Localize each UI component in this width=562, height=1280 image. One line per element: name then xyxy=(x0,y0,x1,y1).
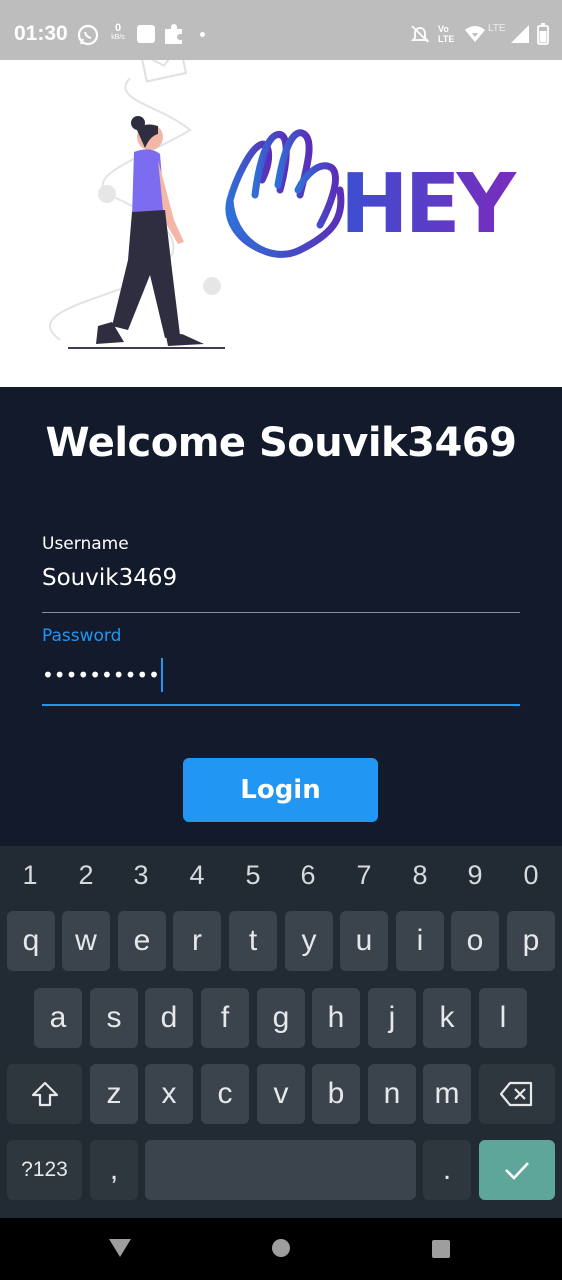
shift-icon xyxy=(31,1081,58,1107)
lte-label: LTE xyxy=(488,23,506,34)
wifi-icon xyxy=(465,26,485,42)
hero-banner: HEY xyxy=(0,60,562,387)
mute-icon xyxy=(410,25,430,43)
key-d[interactable]: d xyxy=(145,988,193,1048)
password-dots: •••••••••• xyxy=(42,663,160,687)
key-u[interactable]: u xyxy=(340,911,388,971)
net-speed: 0 kB/s xyxy=(107,22,129,42)
key-l[interactable]: l xyxy=(479,988,527,1048)
key-s[interactable]: s xyxy=(90,988,138,1048)
space-key[interactable] xyxy=(145,1140,416,1200)
key-0[interactable]: 0 xyxy=(511,860,551,891)
battery-icon xyxy=(537,23,549,45)
whatsapp-icon xyxy=(77,24,99,46)
key-6[interactable]: 6 xyxy=(288,860,328,891)
password-input[interactable]: •••••••••• xyxy=(42,658,163,692)
key-p[interactable]: p xyxy=(507,911,555,971)
puzzle-icon xyxy=(165,24,182,44)
key-3[interactable]: 3 xyxy=(121,860,161,891)
soft-keyboard: 1 2 3 4 5 6 7 8 9 0 q w e r t y u i o p … xyxy=(0,846,562,1218)
volte-top-label: Vo xyxy=(438,24,449,34)
envelope-icon xyxy=(139,60,188,83)
number-row: 1 2 3 4 5 6 7 8 9 0 xyxy=(0,846,562,908)
key-o[interactable]: o xyxy=(451,911,499,971)
volte-bottom-label: LTE xyxy=(438,34,455,44)
symbols-key[interactable]: ?123 xyxy=(7,1140,82,1200)
period-key[interactable]: . xyxy=(423,1140,471,1200)
key-i[interactable]: i xyxy=(396,911,444,971)
key-c[interactable]: c xyxy=(201,1064,249,1124)
key-n[interactable]: n xyxy=(368,1064,416,1124)
welcome-heading: Welcome Souvik3469 xyxy=(45,420,517,466)
signal-icon xyxy=(511,25,529,43)
backspace-key[interactable] xyxy=(479,1064,555,1124)
volte-icon: Vo LTE xyxy=(438,24,454,44)
key-a[interactable]: a xyxy=(34,988,82,1048)
username-underline xyxy=(42,612,520,613)
hey-logo-text: HEY xyxy=(340,157,518,252)
key-k[interactable]: k xyxy=(423,988,471,1048)
key-j[interactable]: j xyxy=(368,988,416,1048)
key-v[interactable]: v xyxy=(257,1064,305,1124)
check-icon xyxy=(505,1162,529,1180)
woman-walking-illustration xyxy=(96,116,204,346)
login-button[interactable]: Login xyxy=(183,758,378,822)
backspace-icon xyxy=(500,1081,533,1107)
key-1[interactable]: 1 xyxy=(10,860,50,891)
net-speed-unit: kB/s xyxy=(111,34,125,41)
waving-hand-logo xyxy=(225,129,345,258)
key-5[interactable]: 5 xyxy=(233,860,273,891)
back-icon[interactable] xyxy=(108,1238,132,1258)
key-h[interactable]: h xyxy=(312,988,360,1048)
notification-square-icon xyxy=(137,25,155,43)
key-7[interactable]: 7 xyxy=(344,860,384,891)
shift-key[interactable] xyxy=(7,1064,82,1124)
key-r[interactable]: r xyxy=(173,911,221,971)
key-2[interactable]: 2 xyxy=(66,860,106,891)
key-x[interactable]: x xyxy=(145,1064,193,1124)
key-4[interactable]: 4 xyxy=(177,860,217,891)
comma-key[interactable]: , xyxy=(90,1140,138,1200)
password-underline xyxy=(42,704,520,706)
key-9[interactable]: 9 xyxy=(455,860,495,891)
key-m[interactable]: m xyxy=(423,1064,471,1124)
text-cursor xyxy=(160,658,163,692)
key-q[interactable]: q xyxy=(7,911,55,971)
status-time: 01:30 xyxy=(14,22,68,45)
key-b[interactable]: b xyxy=(312,1064,360,1124)
key-w[interactable]: w xyxy=(62,911,110,971)
key-f[interactable]: f xyxy=(201,988,249,1048)
key-g[interactable]: g xyxy=(257,988,305,1048)
navigation-bar xyxy=(0,1218,562,1280)
home-icon[interactable] xyxy=(271,1238,291,1258)
key-z[interactable]: z xyxy=(90,1064,138,1124)
username-label: Username xyxy=(42,534,129,554)
status-bar: 01:30 0 kB/s Vo LTE LTE xyxy=(0,0,562,60)
key-t[interactable]: t xyxy=(229,911,277,971)
hero-illustration: HEY xyxy=(49,60,522,349)
password-label: Password xyxy=(42,626,122,646)
enter-key[interactable] xyxy=(479,1140,555,1200)
key-e[interactable]: e xyxy=(118,911,166,971)
key-8[interactable]: 8 xyxy=(400,860,440,891)
key-y[interactable]: y xyxy=(285,911,333,971)
recents-icon[interactable] xyxy=(431,1239,451,1259)
more-notifications-dot xyxy=(200,32,205,37)
username-input[interactable]: Souvik3469 xyxy=(42,565,177,591)
net-speed-value: 0 xyxy=(114,22,122,34)
